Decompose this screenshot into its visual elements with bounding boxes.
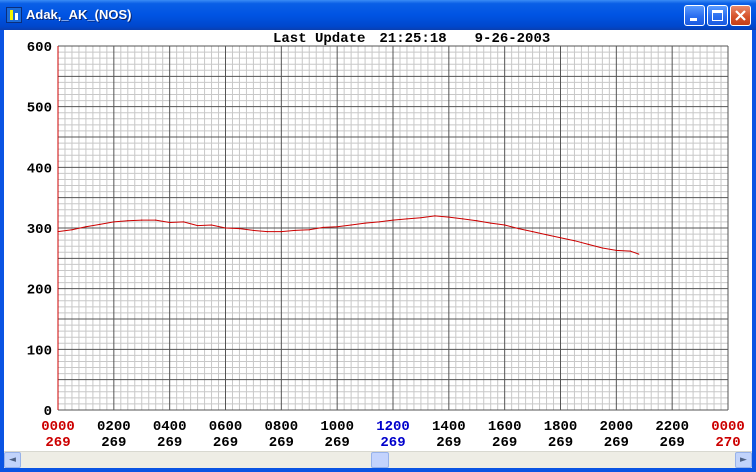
data-point [406,218,408,220]
data-point [224,227,227,229]
data-point [336,226,338,228]
data-point [629,250,631,252]
data-point [238,228,241,230]
x-tick-time-label: 0400 [153,419,187,435]
maximize-button[interactable] [707,5,728,26]
data-point [462,218,464,220]
x-axis-ticks: 0000269020026904002690600269080026910002… [41,419,745,451]
data-point [587,243,590,245]
x-tick-day-label: 269 [213,435,238,451]
x-tick-time-label: 2200 [655,419,689,435]
data-point [183,221,185,223]
scroll-thumb[interactable] [371,452,389,468]
data-point [308,229,310,231]
x-tick-day-label: 269 [548,435,573,451]
x-tick-time-label: 0000 [41,419,75,435]
x-tick-time-label: 1600 [488,419,522,435]
data-point [280,231,282,233]
tide-chart: Last Update 21:25:18 9-26-2003 600 500 400 30… [27,31,745,451]
data-point [294,229,296,232]
x-tick-day-label: 269 [660,435,685,451]
minimize-button[interactable] [684,5,705,26]
x-tick-time-label: 1400 [432,419,466,435]
series-points [57,215,640,255]
data-point [518,228,520,230]
chart-header: Last Update 21:25:18 9-26-2003 [273,31,550,47]
data-point [448,216,450,218]
data-point [601,247,603,249]
x-tick-day-label: 269 [45,435,70,451]
window-title: Adak,_AK_(NOS) [26,7,132,22]
x-tick-day-label: 269 [436,435,461,451]
x-tick-day-label: 269 [604,435,629,451]
data-point [99,223,101,225]
y-tick-label: 600 [27,40,52,56]
data-point [127,220,129,222]
scroll-left-button[interactable]: ◄ [4,452,21,468]
data-point [169,221,171,224]
x-tick-time-label: 2000 [600,419,634,435]
data-point [57,231,59,233]
data-point [196,224,199,227]
data-point [559,237,562,239]
data-point [113,221,115,223]
data-point [364,222,366,224]
x-tick-day-label: 269 [380,435,405,451]
close-icon [735,10,746,21]
data-point [85,226,87,228]
maximize-icon [712,10,723,21]
y-tick-label: 100 [27,343,52,359]
x-tick-day-label: 269 [269,435,294,451]
x-tick-time-label: 0800 [265,419,299,435]
data-point [545,234,548,236]
x-tick-day-label: 269 [325,435,350,451]
data-point [266,231,268,233]
data-point [350,224,352,226]
data-point [420,217,422,219]
data-point [210,224,213,226]
y-tick-label: 200 [27,283,52,299]
data-point [476,220,478,222]
data-point [71,229,73,231]
x-tick-day-label: 270 [715,435,740,451]
data-point [504,224,506,226]
app-window: Adak,_AK_(NOS) Last Update 21:25:18 9-26-2… [0,0,756,472]
data-point [531,231,534,233]
title-bar[interactable]: Adak,_AK_(NOS) [0,0,756,30]
x-tick-time-label: 0000 [711,419,745,435]
scroll-right-button[interactable]: ► [735,452,752,468]
y-tick-label: 400 [27,161,52,177]
y-tick-label: 300 [27,222,52,238]
horizontal-scrollbar[interactable]: ◄ ► [4,451,752,468]
x-tick-time-label: 1200 [376,419,410,435]
y-tick-label: 0 [44,404,52,420]
data-point [615,249,617,252]
y-tick-label: 500 [27,101,52,117]
x-tick-time-label: 0600 [209,419,243,435]
x-tick-time-label: 0200 [97,419,131,435]
app-icon[interactable] [6,7,22,23]
data-point [490,222,492,224]
chart-client-area: Last Update 21:25:18 9-26-2003 600 500 400 30… [4,30,752,468]
close-button[interactable] [730,5,751,26]
data-point [322,226,324,228]
x-tick-day-label: 269 [157,435,182,451]
data-point [392,219,394,221]
data-point [252,229,255,232]
data-point [155,219,157,221]
data-point [141,219,143,221]
arrow-left-icon: ◄ [9,455,16,465]
data-point [434,215,436,217]
data-point [638,253,640,255]
y-axis-ticks: 600 500 400 300 200 100 0 [27,40,52,420]
x-tick-day-label: 269 [101,435,126,451]
data-point [378,221,380,223]
x-tick-time-label: 1000 [320,419,354,435]
data-point [573,240,576,242]
minimize-icon [690,18,697,21]
x-tick-time-label: 1800 [544,419,578,435]
x-tick-day-label: 269 [492,435,517,451]
arrow-right-icon: ► [740,455,747,465]
